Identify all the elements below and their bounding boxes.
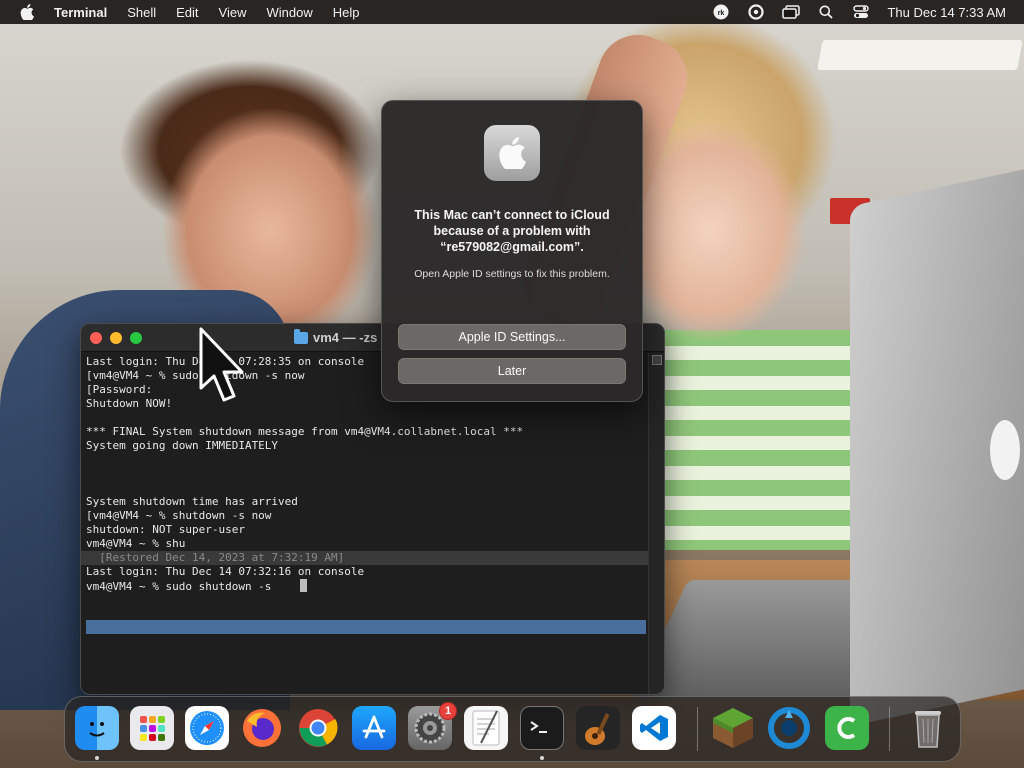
- scrollbar-grip-icon[interactable]: [651, 355, 662, 365]
- spotlight-icon[interactable]: [817, 4, 835, 20]
- icloud-alert-dialog: This Mac can’t connect to iCloud because…: [381, 100, 643, 402]
- screen-recorder-icon[interactable]: [747, 4, 765, 20]
- wallpaper-shape: [990, 420, 1020, 480]
- app-store-icon[interactable]: [352, 706, 396, 750]
- terminal-title-text: vm4 — -zs: [313, 330, 378, 345]
- menu-bar: Terminal Shell Edit View Window Help rk …: [0, 0, 1024, 24]
- firefox-icon[interactable]: [240, 706, 284, 750]
- minecraft-icon[interactable]: [711, 706, 755, 750]
- garageband-icon[interactable]: [576, 706, 620, 750]
- running-indicator: [95, 756, 99, 760]
- menu-help[interactable]: Help: [333, 5, 360, 20]
- camtasia-icon[interactable]: [825, 706, 869, 750]
- terminal-output[interactable]: Last login: Thu Dec 14 07:28:35 on conso…: [81, 353, 650, 694]
- dock: 1: [64, 696, 961, 762]
- menu-edit[interactable]: Edit: [176, 5, 198, 20]
- safari-icon[interactable]: [185, 706, 229, 750]
- textedit-icon[interactable]: [464, 706, 508, 750]
- menu-view[interactable]: View: [219, 5, 247, 20]
- menu-bar-status-area: rk Thu Dec 14 7:33 AM: [712, 4, 1006, 20]
- control-center-icon[interactable]: [852, 4, 870, 20]
- running-indicator: [540, 756, 544, 760]
- menu-window[interactable]: Window: [267, 5, 313, 20]
- notification-badge: 1: [439, 702, 457, 720]
- terminal-line: *** FINAL System shutdown message from v…: [86, 425, 524, 438]
- terminal-restored-marker: [Restored Dec 14, 2023 at 7:32:19 AM]: [81, 551, 650, 565]
- menu-app-name[interactable]: Terminal: [54, 5, 107, 20]
- menu-bar-clock[interactable]: Thu Dec 14 7:33 AM: [887, 5, 1006, 20]
- zoom-button[interactable]: [130, 331, 142, 344]
- dock-separator: [697, 707, 698, 751]
- finder-icon[interactable]: [75, 706, 119, 750]
- alert-title: This Mac can’t connect to iCloud because…: [414, 208, 610, 254]
- minimize-button[interactable]: [110, 331, 122, 344]
- menu-shell[interactable]: Shell: [127, 5, 156, 20]
- mouse-pointer-icon: [199, 327, 244, 402]
- folder-icon: [294, 328, 308, 344]
- terminal-prompt-text: vm4@VM4 ~ % sudo shutdown -s: [86, 580, 272, 593]
- ocr-icon[interactable]: rk: [712, 4, 730, 20]
- terminal-title: vm4 — -zs: [294, 328, 378, 345]
- display-mirroring-icon[interactable]: [782, 4, 801, 20]
- terminal-icon[interactable]: [520, 706, 564, 750]
- terminal-line: Last login: Thu Dec 14 07:32:16 on conso…: [86, 565, 365, 578]
- terminal-line: shutdown: NOT super-user: [86, 523, 245, 536]
- later-button[interactable]: Later: [398, 358, 626, 384]
- trash-icon[interactable]: [906, 706, 950, 750]
- close-button[interactable]: [90, 331, 102, 344]
- launchpad-icon[interactable]: [130, 706, 174, 750]
- terminal-line: [vm4@VM4 ~ % shutdown -s now: [86, 509, 272, 522]
- svg-text:rk: rk: [718, 10, 725, 17]
- chrome-icon[interactable]: [296, 706, 340, 750]
- terminal-line: vm4@VM4 ~ % shu: [86, 537, 186, 550]
- dock-separator: [889, 707, 890, 751]
- citrix-workspace-icon[interactable]: [767, 706, 811, 750]
- apple-menu-icon[interactable]: [18, 3, 36, 21]
- apple-id-settings-button[interactable]: Apple ID Settings...: [398, 324, 626, 350]
- terminal-line: System going down IMMEDIATELY: [86, 439, 279, 452]
- window-controls: [90, 331, 142, 344]
- terminal-prompt-line: vm4@VM4 ~ % sudo shutdown -s: [86, 579, 648, 593]
- terminal-line: System shutdown time has arrived: [86, 495, 298, 508]
- apple-id-icon: [484, 125, 540, 181]
- system-settings-icon[interactable]: 1: [408, 702, 457, 750]
- vscode-icon[interactable]: [632, 706, 676, 750]
- wallpaper-shape: [817, 40, 1023, 70]
- terminal-scrollbar[interactable]: [648, 353, 664, 694]
- terminal-cursor: [299, 579, 307, 592]
- alert-message: Open Apple ID settings to fix this probl…: [414, 268, 610, 280]
